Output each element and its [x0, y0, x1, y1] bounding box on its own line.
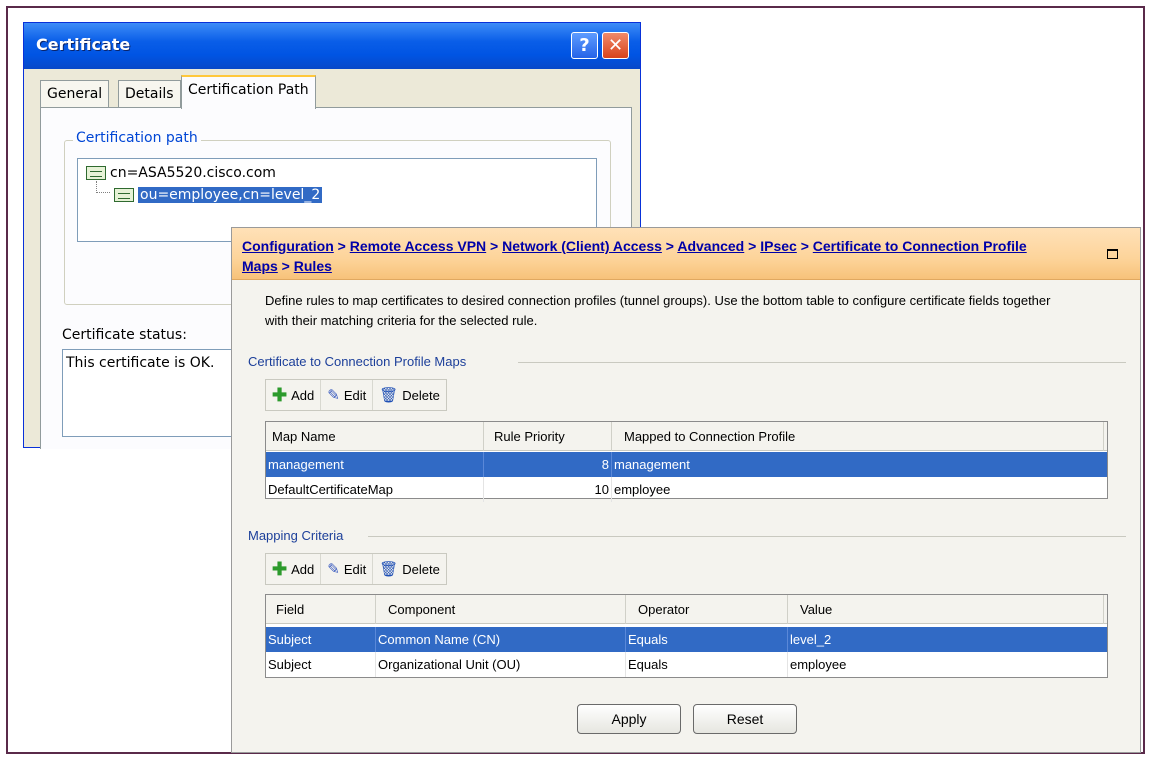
section-divider [368, 536, 1126, 537]
tree-connector [96, 181, 110, 193]
breadcrumb-separator: > [796, 238, 813, 254]
cell-field: Subject [266, 627, 376, 652]
cell-component: Organizational Unit (OU) [376, 652, 626, 677]
maps-table-header: Map Name Rule Priority Mapped to Connect… [266, 422, 1107, 451]
maps-table: Map Name Rule Priority Mapped to Connect… [265, 421, 1108, 502]
section-title-mapping-criteria: Mapping Criteria [248, 528, 344, 543]
cell-rule-priority: 8 [484, 452, 612, 477]
tab-general[interactable]: General [40, 80, 110, 108]
cell-component: Common Name (CN) [376, 627, 626, 652]
maps-edit-button[interactable]: ✎ Edit [321, 380, 374, 410]
apply-button[interactable]: Apply [577, 704, 681, 734]
tab-details[interactable]: Details [118, 80, 181, 108]
cell-field: Subject [266, 652, 376, 677]
section-title-maps: Certificate to Connection Profile Maps [248, 354, 467, 369]
edit-label: Edit [343, 387, 367, 403]
breadcrumb-remote-access-vpn[interactable]: Remote Access VPN [350, 238, 486, 254]
dialog-title: Certificate [36, 35, 131, 54]
criteria-toolbar: ✚ Add ✎ Edit 🗑 Delete [265, 553, 447, 585]
panel-header: Configuration > Remote Access VPN > Netw… [232, 228, 1140, 280]
cell-map-name: management [266, 452, 484, 477]
status-label: Certificate status: [62, 327, 187, 343]
table-row[interactable]: Subject Common Name (CN) Equals level_2 [266, 627, 1107, 652]
cell-rule-priority: 10 [484, 477, 612, 502]
edit-icon: ✎ [327, 561, 340, 578]
cell-value: employee [790, 657, 847, 672]
tree-item-label: cn=ASA5520.cisco.com [110, 165, 276, 181]
tree-item-child[interactable]: ou=employee,cn=level_2 [114, 185, 323, 205]
breadcrumb-separator: > [744, 238, 761, 254]
cell-value: level_2 [790, 632, 832, 647]
cell-connection-profile: management [614, 457, 690, 472]
column-header-field[interactable]: Field [266, 595, 376, 624]
certificate-icon [114, 188, 134, 202]
panel-description: Define rules to map certificates to desi… [265, 293, 1051, 328]
edit-label: Edit [343, 561, 367, 577]
cell-operator: Equals [626, 627, 788, 652]
reset-button[interactable]: Reset [693, 704, 797, 734]
breadcrumb: Configuration > Remote Access VPN > Netw… [242, 236, 1062, 276]
criteria-add-button[interactable]: ✚ Add [266, 554, 322, 584]
trash-icon: 🗑 [379, 561, 399, 578]
breadcrumb-ipsec[interactable]: IPsec [760, 238, 797, 254]
certificate-icon [86, 166, 106, 180]
delete-label: Delete [402, 387, 440, 403]
breadcrumb-network-client-access[interactable]: Network (Client) Access [502, 238, 662, 254]
asdm-rules-panel: Configuration > Remote Access VPN > Netw… [231, 227, 1141, 753]
column-header-connection-profile[interactable]: Mapped to Connection Profile [612, 422, 1104, 451]
column-header-rule-priority[interactable]: Rule Priority [484, 422, 612, 451]
column-header-map-name[interactable]: Map Name [266, 422, 484, 451]
tree-item-label-selected: ou=employee,cn=level_2 [138, 187, 323, 203]
status-text: This certificate is OK. [66, 355, 215, 371]
breadcrumb-separator: > [661, 238, 678, 254]
add-label: Add [291, 561, 315, 577]
tab-certification-path[interactable]: Certification Path [181, 75, 316, 109]
maps-delete-button[interactable]: 🗑 Delete [373, 380, 446, 410]
edit-icon: ✎ [327, 387, 340, 404]
column-header-component[interactable]: Component [376, 595, 626, 624]
table-row[interactable]: Subject Organizational Unit (OU) Equals … [266, 652, 1107, 677]
maps-add-button[interactable]: ✚ Add [266, 380, 322, 410]
add-label: Add [291, 387, 315, 403]
criteria-edit-button[interactable]: ✎ Edit [321, 554, 374, 584]
breadcrumb-separator: > [486, 238, 503, 254]
breadcrumb-configuration[interactable]: Configuration [242, 238, 334, 254]
column-header-operator[interactable]: Operator [626, 595, 788, 624]
cell-operator: Equals [626, 652, 788, 677]
cell-map-name: DefaultCertificateMap [266, 477, 484, 502]
close-button[interactable]: ✕ [602, 32, 629, 59]
add-icon: ✚ [272, 558, 288, 579]
help-button[interactable]: ? [571, 32, 598, 59]
title-bar[interactable]: Certificate ? ✕ [24, 23, 640, 69]
maximize-icon[interactable] [1107, 249, 1118, 259]
tree-item-root[interactable]: cn=ASA5520.cisco.com [86, 163, 276, 183]
breadcrumb-rules[interactable]: Rules [294, 258, 332, 274]
breadcrumb-advanced[interactable]: Advanced [677, 238, 744, 254]
add-icon: ✚ [272, 384, 288, 405]
criteria-table-header: Field Component Operator Value [266, 595, 1107, 624]
column-header-value[interactable]: Value [788, 595, 1104, 624]
maps-toolbar: ✚ Add ✎ Edit 🗑 Delete [265, 379, 447, 411]
criteria-delete-button[interactable]: 🗑 Delete [373, 554, 446, 584]
breadcrumb-separator: > [333, 238, 350, 254]
table-row[interactable]: management 8 management [266, 452, 1107, 477]
criteria-table: Field Component Operator Value Subject C… [265, 594, 1108, 678]
section-divider [518, 362, 1126, 363]
table-row[interactable]: DefaultCertificateMap 10 employee [266, 477, 1107, 502]
trash-icon: 🗑 [379, 387, 399, 404]
cell-connection-profile: employee [614, 482, 671, 497]
group-label: Certification path [73, 130, 201, 146]
delete-label: Delete [402, 561, 440, 577]
breadcrumb-separator: > [277, 258, 294, 274]
